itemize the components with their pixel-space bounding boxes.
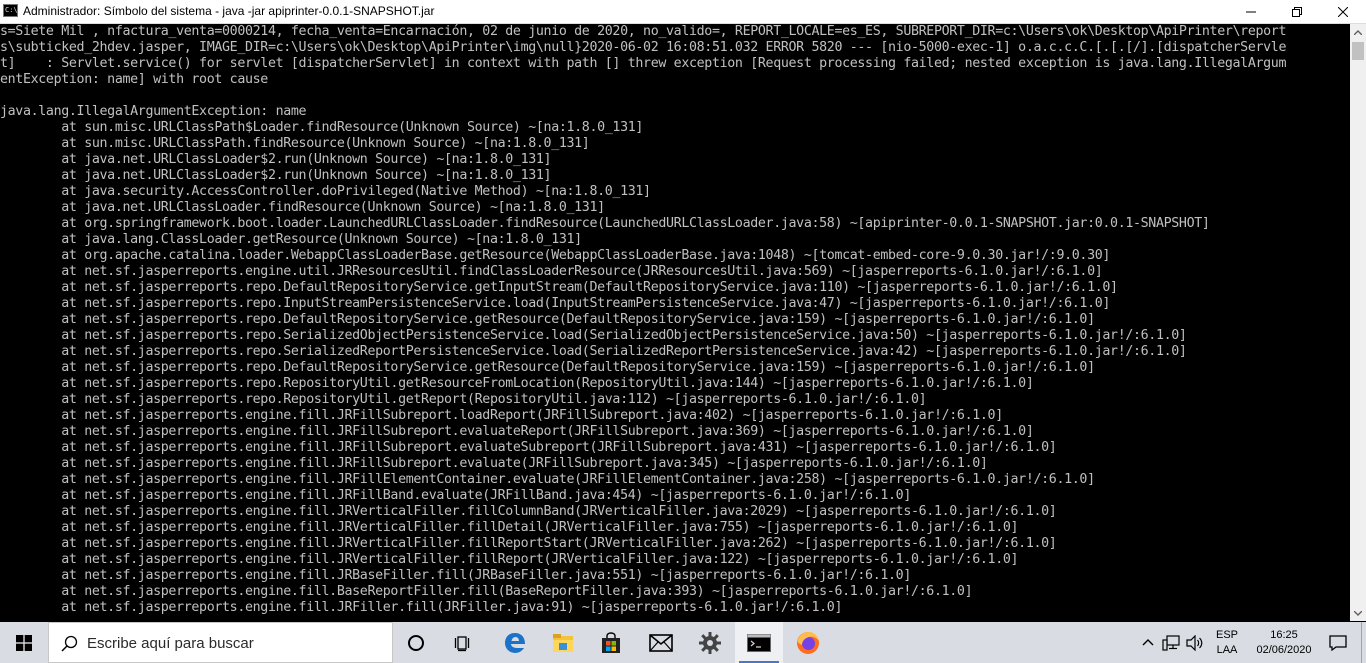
console-line: java.lang.IllegalArgumentException: name <box>0 104 307 119</box>
cortana-button[interactable] <box>393 622 439 663</box>
settings-icon <box>699 631 721 654</box>
minimize-button[interactable] <box>1228 0 1274 23</box>
window-title: Administrador: Símbolo del sistema - jav… <box>23 4 435 18</box>
window-title-bar[interactable]: C:\ Administrador: Símbolo del sistema -… <box>0 0 1366 24</box>
console-line: at java.net.URLClassLoader$2.run(Unknown… <box>0 168 552 183</box>
scroll-down-button[interactable] <box>1350 605 1366 621</box>
minimize-icon <box>1246 11 1256 12</box>
network-button[interactable] <box>1160 622 1182 663</box>
scroll-up-button[interactable] <box>1350 24 1366 40</box>
console-line: at sun.misc.URLClassPath.findResource(Un… <box>0 136 590 151</box>
console-line: at net.sf.jasperreports.engine.fill.JRFi… <box>0 440 1057 455</box>
console-line: at sun.misc.URLClassPath$Loader.findReso… <box>0 120 644 135</box>
console-line: at net.sf.jasperreports.repo.RepositoryU… <box>0 392 927 407</box>
clock-time: 16:25 <box>1270 628 1298 641</box>
console-line: at net.sf.jasperreports.repo.SerializedR… <box>0 344 1187 359</box>
console-line: at java.security.AccessController.doPriv… <box>0 184 651 199</box>
console-line: at net.sf.jasperreports.engine.fill.JRVe… <box>0 536 1057 551</box>
console-line: at net.sf.jasperreports.repo.DefaultRepo… <box>0 312 1095 327</box>
search-input[interactable] <box>87 632 377 654</box>
mail-icon <box>649 633 673 652</box>
console-line: s=Siete Mil , nfactura_venta=0000214, fe… <box>0 24 1287 39</box>
console-line: at net.sf.jasperreports.engine.fill.JRVe… <box>0 504 1057 519</box>
task-view-button[interactable] <box>439 622 487 663</box>
language-code: ESP <box>1215 628 1238 641</box>
store-icon <box>602 631 620 653</box>
chevron-up-icon <box>1354 29 1362 35</box>
notification-icon <box>1329 634 1347 651</box>
command-prompt-app-icon[interactable]: C:\ <box>3 4 18 17</box>
console-line: at net.sf.jasperreports.engine.util.JRRe… <box>0 264 1103 279</box>
network-icon <box>1162 634 1180 651</box>
console-line: at org.apache.catalina.loader.WebappClas… <box>0 248 1111 263</box>
console-line: at java.net.URLClassLoader$2.run(Unknown… <box>0 152 552 167</box>
close-icon <box>1338 6 1348 17</box>
console-line: at net.sf.jasperreports.engine.fill.JRVe… <box>0 552 1019 567</box>
input-language-indicator[interactable]: ESP LAA <box>1208 622 1246 663</box>
scroll-thumb[interactable] <box>1352 42 1364 60</box>
command-prompt-icon <box>747 633 771 652</box>
firefox-icon <box>797 631 819 654</box>
edge-icon <box>505 632 525 653</box>
file-explorer-button[interactable] <box>539 622 587 663</box>
cortana-icon <box>408 634 424 651</box>
console-line: entException: name] with root cause <box>0 72 268 87</box>
chevron-down-icon <box>1354 610 1362 616</box>
console-line: at net.sf.jasperreports.engine.fill.JRFi… <box>0 456 988 471</box>
start-button[interactable] <box>0 622 48 663</box>
mail-button[interactable] <box>637 622 685 663</box>
console-line: at net.sf.jasperreports.repo.RepositoryU… <box>0 376 1034 391</box>
chevron-up-icon <box>1142 639 1154 646</box>
action-center-button[interactable] <box>1318 622 1358 663</box>
keyboard-layout-code: LAA <box>1216 643 1238 656</box>
show-desktop-button[interactable] <box>1361 622 1366 663</box>
console-line: at net.sf.jasperreports.repo.DefaultRepo… <box>0 360 1095 375</box>
show-hidden-icons-button[interactable] <box>1138 622 1158 663</box>
console-line: at net.sf.jasperreports.engine.fill.JRFi… <box>0 600 843 615</box>
console-line: at net.sf.jasperreports.engine.fill.JRFi… <box>0 472 1095 487</box>
console-line: at net.sf.jasperreports.repo.InputStream… <box>0 296 1111 311</box>
taskbar: ESP LAA 16:25 02/06/2020 <box>0 622 1366 663</box>
file-explorer-icon <box>553 633 573 652</box>
console-output[interactable]: s=Siete Mil , nfactura_venta=0000214, fe… <box>0 24 1350 621</box>
console-line: at net.sf.jasperreports.engine.fill.JRVe… <box>0 520 1019 535</box>
clock[interactable]: 16:25 02/06/2020 <box>1247 622 1321 663</box>
console-line: at net.sf.jasperreports.engine.fill.Base… <box>0 584 973 599</box>
search-icon <box>61 635 78 652</box>
console-line: s\subticked_2hdev.jasper, IMAGE_DIR=c:\U… <box>0 40 1287 55</box>
clock-date: 02/06/2020 <box>1256 643 1312 656</box>
console-line: at net.sf.jasperreports.repo.SerializedO… <box>0 328 1187 343</box>
settings-button[interactable] <box>686 622 734 663</box>
taskbar-search-box[interactable] <box>48 622 393 663</box>
firefox-button[interactable] <box>784 622 832 663</box>
console-line: t] : Servlet.service() for servlet [disp… <box>0 56 1287 71</box>
console-line: at java.lang.ClassLoader.getResource(Unk… <box>0 232 582 247</box>
close-button[interactable] <box>1320 0 1366 23</box>
console-line: at net.sf.jasperreports.engine.fill.JRFi… <box>0 408 1003 423</box>
volume-button[interactable] <box>1183 622 1207 663</box>
store-button[interactable] <box>587 622 635 663</box>
console-line: at net.sf.jasperreports.engine.fill.JRBa… <box>0 568 911 583</box>
restore-icon <box>1292 6 1302 17</box>
console-line: at org.springframework.boot.loader.Launc… <box>0 216 1210 231</box>
console-line: at java.net.URLClassLoader.findResource(… <box>0 200 605 215</box>
volume-icon <box>1186 634 1203 651</box>
windows-logo-icon <box>16 634 32 651</box>
edge-button[interactable] <box>491 622 539 663</box>
command-prompt-button[interactable] <box>735 622 783 663</box>
maximize-button[interactable] <box>1274 0 1320 23</box>
vertical-scrollbar[interactable] <box>1350 24 1366 621</box>
task-view-icon <box>454 635 470 651</box>
console-line: at net.sf.jasperreports.engine.fill.JRFi… <box>0 424 1034 439</box>
console-line: at net.sf.jasperreports.repo.DefaultRepo… <box>0 280 1118 295</box>
console-line: at net.sf.jasperreports.engine.fill.JRFi… <box>0 488 911 503</box>
